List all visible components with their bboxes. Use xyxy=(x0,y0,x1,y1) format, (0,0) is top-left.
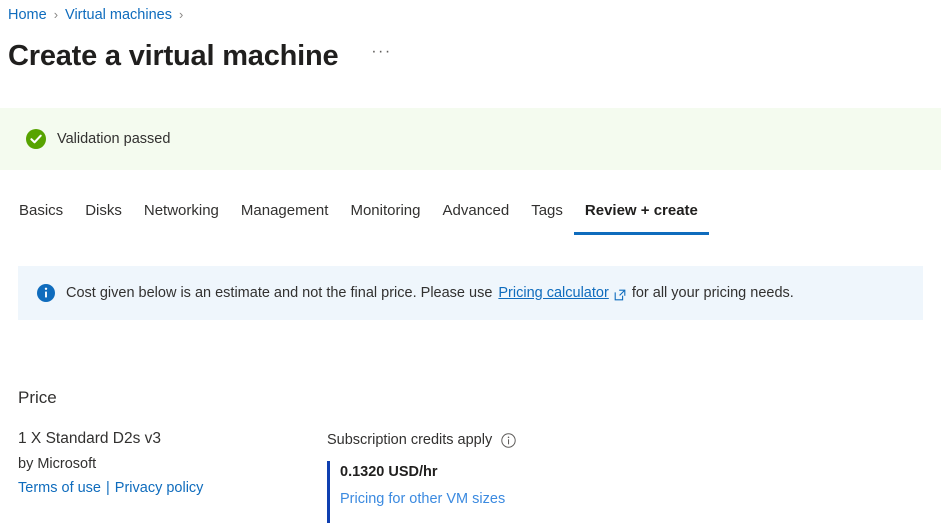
check-circle-icon xyxy=(26,129,46,149)
price-section-heading: Price xyxy=(18,388,57,407)
tab-monitoring[interactable]: Monitoring xyxy=(339,200,431,235)
validation-banner: Validation passed xyxy=(0,108,941,170)
external-link-icon xyxy=(614,287,626,301)
terms-of-use-link[interactable]: Terms of use xyxy=(18,477,101,499)
cost-estimate-text: Cost given below is an estimate and not … xyxy=(66,283,794,303)
chevron-right-icon: › xyxy=(53,7,59,22)
subscription-credits-label: Subscription credits apply xyxy=(327,432,493,448)
cost-estimate-info-banner: Cost given below is an estimate and not … xyxy=(18,266,923,320)
breadcrumb-item-home[interactable]: Home xyxy=(8,4,47,26)
privacy-policy-link[interactable]: Privacy policy xyxy=(115,477,204,499)
tab-management[interactable]: Management xyxy=(230,200,340,235)
info-circle-outline-icon[interactable] xyxy=(501,432,516,448)
tab-tags[interactable]: Tags xyxy=(520,200,574,235)
vm-publisher: by Microsoft xyxy=(18,456,97,472)
chevron-right-icon: › xyxy=(178,7,184,22)
subscription-credits-row: Subscription credits apply xyxy=(327,429,657,451)
validation-message: Validation passed xyxy=(57,131,171,147)
vm-sku-name: 1 X Standard D2s v3 xyxy=(18,430,162,447)
tab-advanced[interactable]: Advanced xyxy=(432,200,521,235)
info-text-before: Cost given below is an estimate and not … xyxy=(66,285,493,301)
price-amount-block: 0.1320 USD/hr Pricing for other VM sizes xyxy=(327,461,657,523)
pricing-other-vm-sizes-link[interactable]: Pricing for other VM sizes xyxy=(340,488,505,510)
page-title-row: Create a virtual machine ··· xyxy=(8,34,394,78)
breadcrumb-item-virtual-machines[interactable]: Virtual machines xyxy=(65,4,172,26)
legal-links-separator: | xyxy=(106,480,110,496)
info-circle-filled-icon xyxy=(37,284,55,302)
more-options-button[interactable]: ··· xyxy=(368,43,394,68)
tab-review-create[interactable]: Review + create xyxy=(573,200,709,235)
legal-links: Terms of use | Privacy policy xyxy=(18,477,318,499)
price-offer-details: 1 X Standard D2s v3 by Microsoft Terms o… xyxy=(18,427,318,499)
tab-basics[interactable]: Basics xyxy=(8,200,74,235)
tab-networking[interactable]: Networking xyxy=(133,200,230,235)
page-title: Create a virtual machine xyxy=(8,40,339,72)
price-amount: 0.1320 USD/hr xyxy=(340,464,438,480)
price-summary: Subscription credits apply 0.1320 USD/hr… xyxy=(327,429,657,523)
pricing-calculator-link[interactable]: Pricing calculator xyxy=(498,283,608,303)
tab-disks[interactable]: Disks xyxy=(74,200,133,235)
info-text-after: for all your pricing needs. xyxy=(631,285,794,301)
breadcrumb: Home › Virtual machines › xyxy=(8,4,190,26)
wizard-tabs: Basics Disks Networking Management Monit… xyxy=(8,200,709,242)
